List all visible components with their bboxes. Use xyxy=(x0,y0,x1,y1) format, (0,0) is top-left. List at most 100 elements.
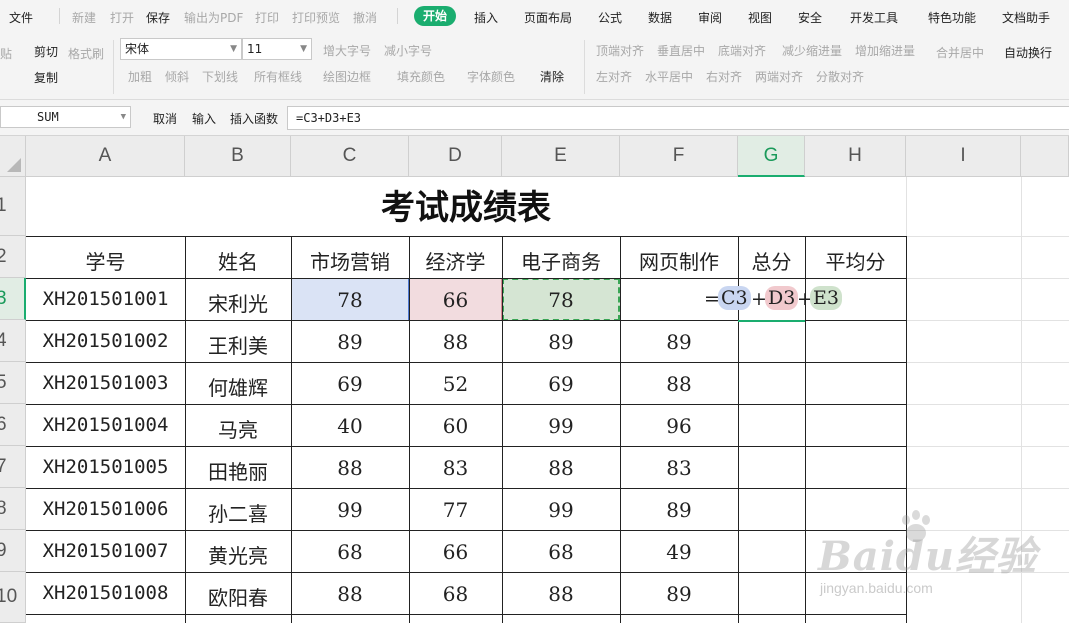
cell-name[interactable]: 宋利光 xyxy=(185,288,291,317)
insert-function-button[interactable]: 插入函数 xyxy=(230,110,278,127)
copy-button[interactable]: 复制 xyxy=(34,69,58,86)
font-name-select[interactable]: 宋体 ▼ xyxy=(120,38,242,60)
merge-center-button[interactable]: 合并居中 xyxy=(936,44,984,61)
cell-ecommerce[interactable]: 78 xyxy=(502,288,620,312)
cut-button[interactable]: 剪切 xyxy=(34,43,58,60)
tab-page-layout[interactable]: 页面布局 xyxy=(524,9,572,26)
tab-security[interactable]: 安全 xyxy=(798,9,822,26)
cell-marketing[interactable]: 99 xyxy=(291,498,409,522)
decrease-indent-button[interactable]: 减少缩进量 xyxy=(782,42,842,59)
cell-name[interactable]: 何雄辉 xyxy=(185,372,291,401)
undo-button[interactable]: 撤消 xyxy=(353,9,377,26)
clear-button[interactable]: 清除 xyxy=(540,68,564,85)
tab-developer[interactable]: 开发工具 xyxy=(850,9,898,26)
cell-web-design[interactable]: 88 xyxy=(620,372,738,396)
font-size-select[interactable]: 11 ▼ xyxy=(242,38,312,60)
increase-indent-button[interactable]: 增加缩进量 xyxy=(855,42,915,59)
column-header-b[interactable]: B xyxy=(185,136,291,177)
cell-web-design[interactable]: 89 xyxy=(620,498,738,522)
save-button[interactable]: 保存 xyxy=(146,9,170,26)
row-header-6[interactable]: 6 xyxy=(0,404,26,446)
header-cell-total[interactable]: 总分 xyxy=(738,246,805,275)
open-button[interactable]: 打开 xyxy=(110,9,134,26)
cell-name[interactable]: 马亮 xyxy=(185,414,291,443)
cell-name[interactable]: 孙二喜 xyxy=(185,498,291,527)
cell-name[interactable]: 王利美 xyxy=(185,330,291,359)
tab-features[interactable]: 特色功能 xyxy=(928,9,976,26)
header-cell-student-id[interactable]: 学号 xyxy=(26,246,185,275)
row-header-10[interactable]: 10 xyxy=(0,572,26,623)
column-header-d[interactable]: D xyxy=(409,136,502,177)
shrink-font-button[interactable]: 减小字号 xyxy=(384,42,432,59)
format-painter-button[interactable]: 格式刷 xyxy=(68,45,104,62)
column-header-e[interactable]: E xyxy=(502,136,620,177)
export-pdf-button[interactable]: 输出为PDF xyxy=(184,9,243,26)
header-cell-web-design[interactable]: 网页制作 xyxy=(620,246,738,275)
enter-button[interactable]: 输入 xyxy=(192,110,216,127)
cell-ecommerce[interactable]: 88 xyxy=(502,582,620,606)
tab-data[interactable]: 数据 xyxy=(648,9,672,26)
cell-marketing[interactable]: 78 xyxy=(291,288,409,312)
cell-student-id[interactable]: XH201501006 xyxy=(26,498,185,520)
tab-home[interactable]: 开始 xyxy=(414,6,457,26)
column-header-c[interactable]: C xyxy=(291,136,409,177)
italic-button[interactable]: 倾斜 xyxy=(165,68,189,85)
cell-student-id[interactable]: XH201501003 xyxy=(26,372,185,394)
tab-view[interactable]: 视图 xyxy=(748,9,772,26)
cell-marketing[interactable]: 88 xyxy=(291,582,409,606)
tab-doc-assistant[interactable]: 文档助手 xyxy=(1002,9,1050,26)
column-header-i[interactable]: I xyxy=(906,136,1021,177)
cell-marketing[interactable]: 89 xyxy=(291,330,409,354)
cell-economics[interactable]: 68 xyxy=(409,582,502,606)
borders-button[interactable]: 所有框线 xyxy=(254,68,302,85)
row-header-2[interactable]: 2 xyxy=(0,236,26,278)
column-header-h[interactable]: H xyxy=(805,136,906,177)
align-center-button[interactable]: 水平居中 xyxy=(645,68,693,85)
justify-button[interactable]: 两端对齐 xyxy=(755,68,803,85)
tab-insert[interactable]: 插入 xyxy=(474,9,498,26)
formula-ref-c3[interactable]: C3 xyxy=(718,286,751,310)
cell-web-design[interactable]: 96 xyxy=(620,414,738,438)
cell-ecommerce[interactable]: 68 xyxy=(502,540,620,564)
draw-border-button[interactable]: 绘图边框 xyxy=(323,68,371,85)
column-header-f[interactable]: F xyxy=(620,136,738,177)
column-header-j[interactable] xyxy=(1021,136,1069,177)
header-cell-average[interactable]: 平均分 xyxy=(805,246,906,275)
sheet-title[interactable]: 考试成绩表 xyxy=(26,178,906,236)
row-header-8[interactable]: 8 xyxy=(0,488,26,530)
align-middle-button[interactable]: 垂直居中 xyxy=(657,42,705,59)
cell-student-id[interactable]: XH201501001 xyxy=(26,288,185,310)
formula-ref-e3[interactable]: E3 xyxy=(810,286,842,310)
align-top-button[interactable]: 顶端对齐 xyxy=(596,42,644,59)
fill-color-button[interactable]: 填充颜色 xyxy=(397,68,445,85)
cell-marketing[interactable]: 68 xyxy=(291,540,409,564)
cell-economics[interactable]: 88 xyxy=(409,330,502,354)
cell-marketing[interactable]: 69 xyxy=(291,372,409,396)
column-header-g[interactable]: G xyxy=(738,136,805,177)
grow-font-button[interactable]: 增大字号 xyxy=(323,42,371,59)
formula-input[interactable]: =C3+D3+E3 xyxy=(287,106,1069,130)
row-header-4[interactable]: 4 xyxy=(0,320,26,362)
cell-economics[interactable]: 66 xyxy=(409,288,502,312)
cell-economics[interactable]: 83 xyxy=(409,456,502,480)
row-header-3[interactable]: 3 xyxy=(0,278,26,320)
cell-student-id[interactable]: XH201501004 xyxy=(26,414,185,436)
wrap-text-button[interactable]: 自动换行 xyxy=(1004,44,1052,61)
tab-formulas[interactable]: 公式 xyxy=(598,9,622,26)
print-button[interactable]: 打印 xyxy=(255,9,279,26)
header-cell-marketing[interactable]: 市场营销 xyxy=(291,246,409,275)
cell-ecommerce[interactable]: 89 xyxy=(502,330,620,354)
cell-ecommerce[interactable]: 99 xyxy=(502,498,620,522)
underline-button[interactable]: 下划线 xyxy=(202,68,238,85)
cell-name[interactable]: 黄光亮 xyxy=(185,540,291,569)
cell-web-design[interactable]: 83 xyxy=(620,456,738,480)
cell-economics[interactable]: 52 xyxy=(409,372,502,396)
cell-web-design[interactable]: 89 xyxy=(620,582,738,606)
row-header-9[interactable]: 9 xyxy=(0,530,26,572)
column-header-a[interactable]: A xyxy=(26,136,185,177)
name-box[interactable]: SUM ▼ xyxy=(0,106,131,128)
cell-student-id[interactable]: XH201501007 xyxy=(26,540,185,562)
paste-button[interactable]: 贴 xyxy=(0,45,12,62)
cell-economics[interactable]: 77 xyxy=(409,498,502,522)
align-right-button[interactable]: 右对齐 xyxy=(706,68,742,85)
